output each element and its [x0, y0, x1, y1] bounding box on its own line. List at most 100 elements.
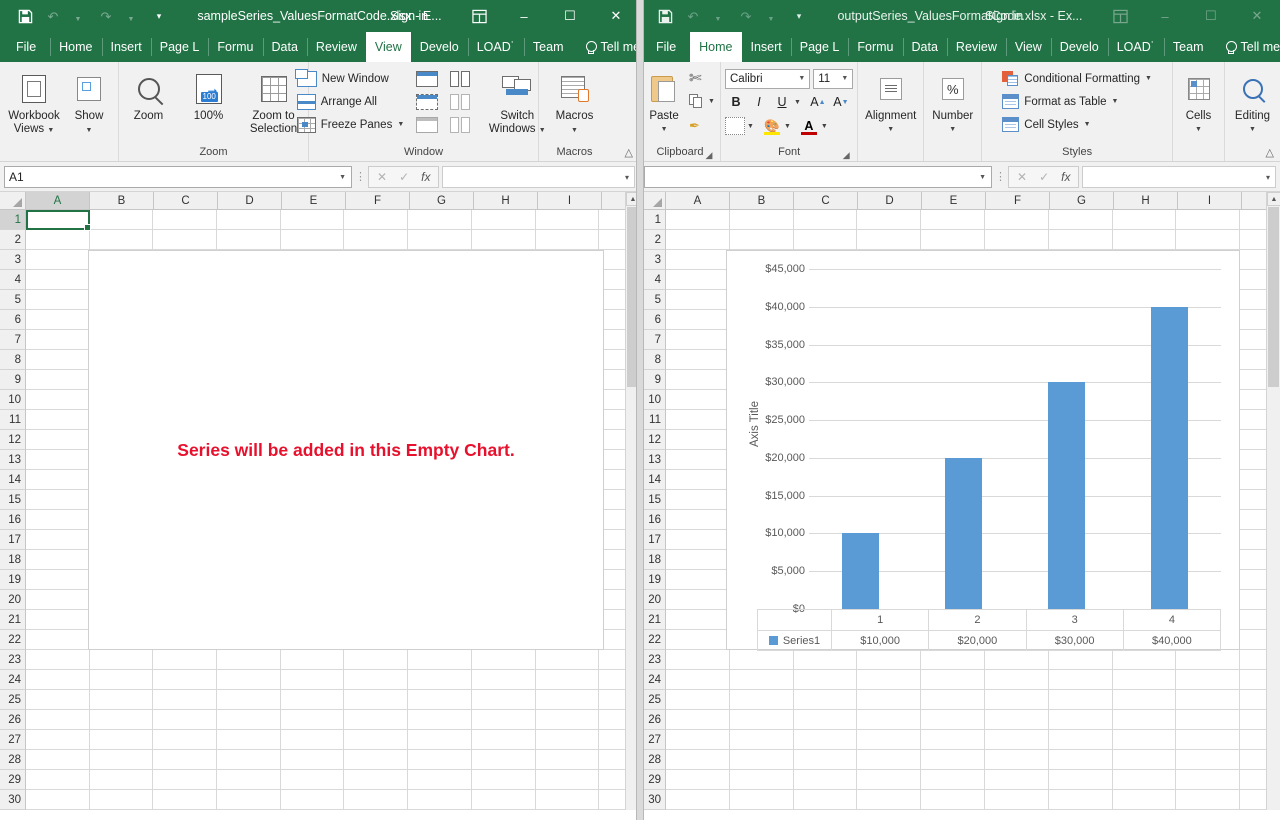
cell-G6[interactable]: [1048, 690, 1113, 710]
cell-C29[interactable]: [153, 230, 218, 250]
cell-A25[interactable]: [666, 310, 730, 330]
shrink-font-button[interactable]: A ▼: [830, 91, 852, 113]
cell-A16[interactable]: [666, 490, 730, 510]
row-header-8[interactable]: 8: [0, 350, 26, 370]
cell-E5[interactable]: [280, 710, 345, 730]
cell-I30[interactable]: [535, 210, 600, 230]
cell-A13[interactable]: [26, 550, 90, 570]
cell-F4[interactable]: [344, 730, 409, 750]
cell-G2[interactable]: [408, 770, 472, 790]
tab-insert[interactable]: Insert: [101, 32, 151, 62]
cell-C4[interactable]: [153, 730, 218, 750]
cell-A19[interactable]: [26, 430, 90, 450]
tab-home[interactable]: Home: [690, 32, 742, 62]
cell-H1[interactable]: [471, 790, 536, 810]
cell-I7[interactable]: [535, 670, 600, 690]
cell-H6[interactable]: [1112, 690, 1177, 710]
cell-I3[interactable]: [1176, 750, 1241, 770]
col-header-g[interactable]: G: [410, 192, 474, 210]
redo-icon[interactable]: ↷: [733, 4, 759, 28]
alignment-button[interactable]: Alignment ▼: [861, 65, 921, 136]
cell-F29[interactable]: [344, 230, 409, 250]
cell-A7[interactable]: [26, 670, 90, 690]
scrollbar-thumb-right[interactable]: [1268, 207, 1279, 387]
formula-input-right[interactable]: ▾: [1082, 165, 1276, 188]
cell-B29[interactable]: [89, 230, 154, 250]
undo-dropdown-icon[interactable]: ▼: [65, 7, 91, 31]
col-header-g[interactable]: G: [1050, 192, 1114, 210]
cell-G29[interactable]: [1048, 230, 1113, 250]
cell-A1[interactable]: [26, 790, 90, 810]
row-header-28[interactable]: 28: [0, 750, 26, 770]
cell-E1[interactable]: [921, 790, 985, 810]
tab-formulas[interactable]: Formu: [848, 32, 902, 62]
cell-I29[interactable]: [535, 230, 600, 250]
font-size-box[interactable]: 11 ▼: [813, 69, 854, 89]
cell-A2[interactable]: [26, 770, 90, 790]
cell-H2[interactable]: [1112, 770, 1177, 790]
cell-A17[interactable]: [666, 470, 730, 490]
cell-D4[interactable]: [217, 730, 281, 750]
col-header-a[interactable]: A: [26, 192, 90, 210]
cell-B30[interactable]: [729, 210, 794, 230]
redo-dropdown-icon[interactable]: ▼: [118, 7, 144, 31]
reset-window-position-button[interactable]: [447, 113, 473, 136]
grid-cells-left[interactable]: Series will be added in this Empty Chart…: [26, 210, 639, 810]
cell-I2[interactable]: [535, 770, 600, 790]
cell-A15[interactable]: [26, 510, 90, 530]
tell-me-box-left[interactable]: Tell me: [573, 32, 639, 62]
cell-I5[interactable]: [535, 710, 600, 730]
cell-A13[interactable]: [666, 550, 730, 570]
close-button-left[interactable]: ✕: [593, 0, 639, 32]
expand-formula-bar-icon[interactable]: ▾: [1266, 173, 1270, 182]
cell-C7[interactable]: [793, 670, 858, 690]
cell-F6[interactable]: [344, 690, 409, 710]
scroll-up-arrow-icon[interactable]: ▲: [1267, 192, 1280, 206]
cell-A3[interactable]: [666, 750, 730, 770]
cell-H30[interactable]: [1112, 210, 1177, 230]
chart-bar[interactable]: [1047, 382, 1086, 609]
cell-A30[interactable]: [26, 210, 90, 230]
cell-C1[interactable]: [153, 790, 218, 810]
cell-I30[interactable]: [1176, 210, 1241, 230]
cell-G30[interactable]: [1048, 210, 1113, 230]
cell-G29[interactable]: [408, 230, 472, 250]
save-icon[interactable]: [652, 4, 678, 28]
cell-A12[interactable]: [26, 570, 90, 590]
col-header-d[interactable]: D: [218, 192, 282, 210]
chart-bar[interactable]: [944, 457, 983, 609]
redo-icon[interactable]: ↷: [93, 4, 119, 28]
tab-loadtest[interactable]: LOAD˙: [467, 32, 524, 62]
cell-F2[interactable]: [984, 770, 1049, 790]
cell-A23[interactable]: [666, 350, 730, 370]
cell-D8[interactable]: [217, 650, 281, 670]
chevron-down-icon[interactable]: ▼: [1112, 98, 1119, 105]
cell-G8[interactable]: [1048, 650, 1113, 670]
cell-G1[interactable]: [1048, 790, 1113, 810]
cell-E8[interactable]: [280, 650, 345, 670]
row-header-14[interactable]: 14: [0, 470, 26, 490]
font-color-icon[interactable]: A: [799, 115, 819, 137]
cell-C2[interactable]: [153, 770, 218, 790]
col-header-a[interactable]: A: [666, 192, 730, 210]
cell-I8[interactable]: [1176, 650, 1241, 670]
cell-B29[interactable]: [729, 230, 794, 250]
tab-review[interactable]: Review: [946, 32, 1006, 62]
cell-E6[interactable]: [280, 690, 345, 710]
cell-A29[interactable]: [666, 230, 730, 250]
sign-in-link-left[interactable]: Sign in: [390, 9, 428, 23]
tab-developer[interactable]: Develo: [411, 32, 468, 62]
cell-F3[interactable]: [344, 750, 409, 770]
cell-A19[interactable]: [666, 430, 730, 450]
tab-data[interactable]: Data: [902, 32, 947, 62]
tab-file[interactable]: File: [0, 32, 50, 62]
row-header-1[interactable]: 1: [0, 210, 26, 230]
tab-developer[interactable]: Develo: [1050, 32, 1108, 62]
chevron-down-icon[interactable]: ▼: [821, 123, 828, 130]
cell-E29[interactable]: [280, 230, 345, 250]
cell-H30[interactable]: [471, 210, 536, 230]
cell-A15[interactable]: [666, 510, 730, 530]
cell-E4[interactable]: [921, 730, 985, 750]
chart-bar[interactable]: [841, 533, 880, 609]
cell-G4[interactable]: [408, 730, 472, 750]
